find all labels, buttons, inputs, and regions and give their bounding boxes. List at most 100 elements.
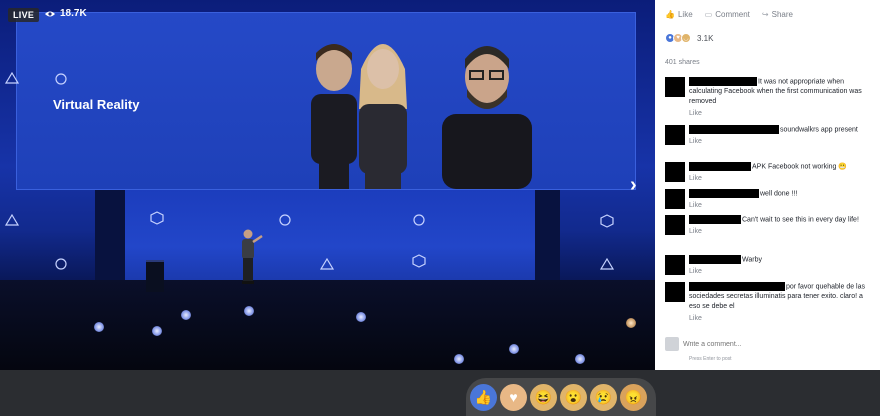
comment-like-link[interactable]: Like xyxy=(689,109,870,119)
comment-item: Can't wait to see this in every day life… xyxy=(665,215,870,237)
comment-like-link[interactable]: Like xyxy=(689,174,847,184)
comment-item: Warby Like xyxy=(665,255,870,277)
redacted-name xyxy=(689,77,757,86)
reaction-bar: 👍 ♥ 😆 😮 😢 😠 xyxy=(466,378,656,416)
heart-icon: ♥ xyxy=(509,389,518,405)
comment-item: It was not appropriate when calculating … xyxy=(665,77,870,119)
angry-reaction-button[interactable]: 😠 xyxy=(620,383,647,411)
haha-reaction-button[interactable]: 😆 xyxy=(530,383,557,411)
crowd-phone-light xyxy=(509,344,519,354)
comment-item: well done !!! Like xyxy=(665,189,870,211)
crowd-phone-light xyxy=(94,322,104,332)
share-label: Share xyxy=(771,10,793,19)
hexagon-shape xyxy=(150,211,164,225)
share-count[interactable]: 401 shares xyxy=(665,59,700,66)
hexagon-shape xyxy=(600,214,614,228)
comment-text: Warby xyxy=(742,256,762,264)
avatar-illustration-right xyxy=(442,46,532,189)
eye-icon xyxy=(45,11,55,16)
comment-text: APK Facebook not working 😬 xyxy=(752,163,848,171)
triangle-shape xyxy=(320,258,334,270)
comment-composer xyxy=(665,336,870,352)
comment-input[interactable] xyxy=(683,340,863,348)
stage-pillar xyxy=(95,190,125,285)
bottom-bar xyxy=(0,370,880,416)
comment-text: Can't wait to see this in every day life… xyxy=(742,216,859,224)
comment-label: Comment xyxy=(715,10,750,19)
comment-item: por favor quehable de las sociedades sec… xyxy=(665,282,870,324)
wow-reaction-button[interactable]: 😮 xyxy=(560,383,587,411)
comment-like-link[interactable]: Like xyxy=(689,267,762,277)
circle-shape xyxy=(55,73,67,85)
redacted-name xyxy=(689,125,779,134)
slide-title: Virtual Reality xyxy=(53,97,140,112)
comment-like-link[interactable]: Like xyxy=(689,137,858,147)
crowd-phone-light xyxy=(181,310,191,320)
presentation-screen: Virtual Reality xyxy=(16,12,636,190)
circle-shape xyxy=(413,214,425,226)
speaker-figure xyxy=(242,229,263,284)
redacted-name xyxy=(689,189,759,198)
triangle-shape xyxy=(600,258,614,270)
sad-reaction-button[interactable]: 😢 xyxy=(590,383,617,411)
sad-face-icon: 😢 xyxy=(594,388,613,405)
comment-text: well done !!! xyxy=(760,190,798,198)
viewer-count: 18.7K xyxy=(44,8,87,19)
commenter-avatar[interactable] xyxy=(665,255,685,275)
redacted-name xyxy=(689,215,741,224)
podium xyxy=(146,260,164,292)
redacted-name xyxy=(689,162,751,171)
comment-like-link[interactable]: Like xyxy=(689,201,797,211)
laughing-face-icon: 😆 xyxy=(534,388,553,405)
triangle-shape xyxy=(5,214,19,226)
thumbs-up-icon: 👍 xyxy=(474,388,493,405)
like-label: Like xyxy=(677,10,693,19)
speech-bubble-icon: ▭ xyxy=(704,10,713,19)
avatar-illustration-middle xyxy=(359,44,407,189)
hexagon-shape xyxy=(412,254,426,268)
crowd-phone-light xyxy=(454,354,464,364)
crowd-phone-light xyxy=(356,312,366,322)
commenter-avatar[interactable] xyxy=(665,215,685,235)
crowd-phone-light xyxy=(575,354,585,364)
live-video-player[interactable]: Virtual Reality LIVE 18.7K › xyxy=(0,0,655,370)
share-arrow-icon: ↪ xyxy=(761,10,769,19)
crowd-phone-light xyxy=(244,306,254,316)
commenter-avatar[interactable] xyxy=(665,282,685,302)
haha-icon: ◡ xyxy=(681,33,691,43)
post-actions: 👍 Like ▭ Comment ↪ Share xyxy=(665,10,793,19)
thumbs-up-icon: 👍 xyxy=(665,10,675,19)
like-reaction-button[interactable]: 👍 xyxy=(470,383,497,411)
love-reaction-button[interactable]: ♥ xyxy=(500,383,527,411)
commenter-avatar[interactable] xyxy=(665,189,685,209)
user-avatar xyxy=(665,337,679,351)
redacted-name xyxy=(689,282,785,291)
crowd-phone-light xyxy=(626,318,636,328)
next-video-chevron-icon[interactable]: › xyxy=(630,174,637,197)
comments-sidebar: 👍 Like ▭ Comment ↪ Share ● ♥ ◡ 3.1K 401 … xyxy=(655,0,880,370)
viewer-count-value: 18.7K xyxy=(60,8,87,19)
comment-item: APK Facebook not working 😬 Like xyxy=(665,162,870,184)
redacted-name xyxy=(689,255,741,264)
comment-item: soundwalkrs app present Like xyxy=(665,125,870,147)
angry-face-icon: 😠 xyxy=(624,388,643,405)
comment-button[interactable]: ▭ Comment xyxy=(705,10,750,19)
commenter-avatar[interactable] xyxy=(665,77,685,97)
comment-like-link[interactable]: Like xyxy=(689,227,859,237)
post-hint: Press Enter to post xyxy=(689,356,732,362)
circle-shape xyxy=(279,214,291,226)
triangle-shape xyxy=(5,72,19,84)
reaction-count: 3.1K xyxy=(697,33,714,43)
comment-like-link[interactable]: Like xyxy=(689,314,870,324)
commenter-avatar[interactable] xyxy=(665,162,685,182)
like-button[interactable]: 👍 Like xyxy=(665,10,693,19)
stage-backdrop xyxy=(125,190,535,285)
circle-shape xyxy=(55,258,67,270)
reaction-summary[interactable]: ● ♥ ◡ 3.1K xyxy=(665,33,713,43)
share-button[interactable]: ↪ Share xyxy=(762,10,793,19)
crowd-phone-light xyxy=(152,326,162,336)
surprised-face-icon: 😮 xyxy=(564,388,583,405)
comment-text: soundwalkrs app present xyxy=(780,126,858,134)
live-badge: LIVE xyxy=(8,8,40,22)
commenter-avatar[interactable] xyxy=(665,125,685,145)
